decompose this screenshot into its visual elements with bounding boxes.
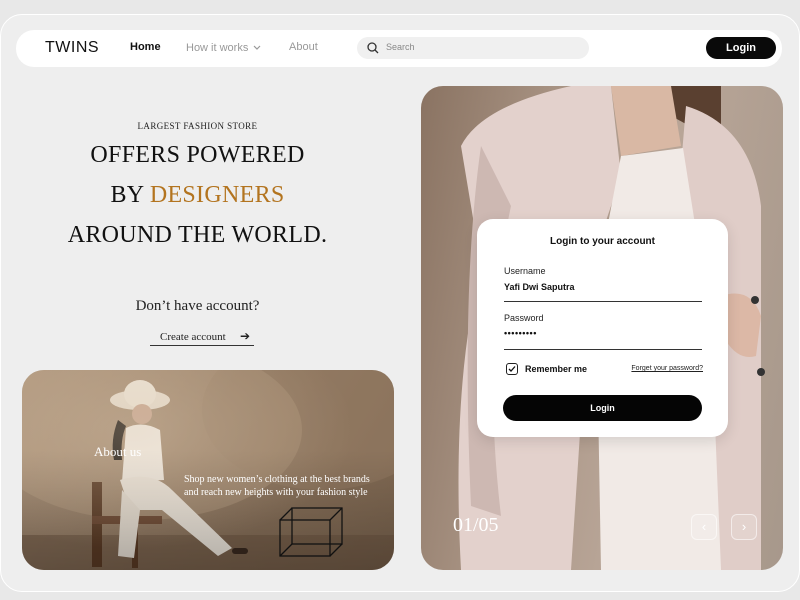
hero-headline-accent: DESIGNERS xyxy=(149,182,285,208)
login-card-title: Login to your account xyxy=(550,236,655,247)
username-underline xyxy=(504,301,702,302)
nav-link-home[interactable]: Home xyxy=(130,41,161,53)
search-input[interactable]: Search xyxy=(357,37,589,59)
hero-headline-line3: AROUND THE WORLD. xyxy=(67,222,328,248)
hero-headline-prefix: BY xyxy=(110,182,150,208)
search-icon xyxy=(367,42,379,54)
nav-link-about[interactable]: About xyxy=(289,41,318,53)
no-account-text: Don’t have account? xyxy=(135,298,260,314)
slider-next-button[interactable]: › xyxy=(731,514,757,540)
create-account-link[interactable]: Create account ➔ xyxy=(150,329,254,346)
username-label: Username xyxy=(504,266,546,276)
hero-headline-line2: BY DESIGNERS xyxy=(0,182,395,209)
hero-headline-line1: OFFERS POWERED xyxy=(90,142,305,168)
nav-link-label: How it works xyxy=(186,42,249,54)
search-placeholder: Search xyxy=(386,42,415,52)
nav-link-how-it-works[interactable]: How it works xyxy=(186,41,261,54)
chevron-left-icon: ‹ xyxy=(701,519,707,534)
top-nav: TWINS Home How it works About Search Log… xyxy=(16,30,782,67)
chevron-down-icon xyxy=(253,41,261,53)
hero-kicker: LARGEST FASHION STORE xyxy=(137,121,258,131)
about-card-overlay xyxy=(22,370,394,570)
slide-counter: 01/05 xyxy=(453,514,499,536)
remember-me-checkbox[interactable] xyxy=(506,363,518,375)
username-field[interactable]: Yafi Dwi Saputra xyxy=(504,282,575,292)
about-title: About us xyxy=(94,444,142,459)
login-submit-button[interactable]: Login xyxy=(503,395,702,421)
remember-me-label[interactable]: Remember me xyxy=(525,364,587,374)
chevron-right-icon: › xyxy=(741,519,747,534)
about-card[interactable]: About us Shop new women’s clothing at th… xyxy=(22,370,394,570)
password-label: Password xyxy=(504,313,544,323)
create-account-label: Create account xyxy=(160,331,226,343)
arrow-right-icon: ➔ xyxy=(239,329,250,343)
password-field[interactable]: ••••••••• xyxy=(504,328,537,338)
checkmark-icon xyxy=(508,366,516,372)
brand-logo[interactable]: TWINS xyxy=(45,39,99,57)
login-button[interactable]: Login xyxy=(706,37,776,59)
about-description: Shop new women’s clothing at the best br… xyxy=(184,474,370,498)
forgot-password-link[interactable]: Forget your password? xyxy=(631,365,703,372)
password-underline xyxy=(504,349,702,350)
slider-prev-button[interactable]: ‹ xyxy=(691,514,717,540)
login-card: Login to your account Username Yafi Dwi … xyxy=(477,219,728,437)
